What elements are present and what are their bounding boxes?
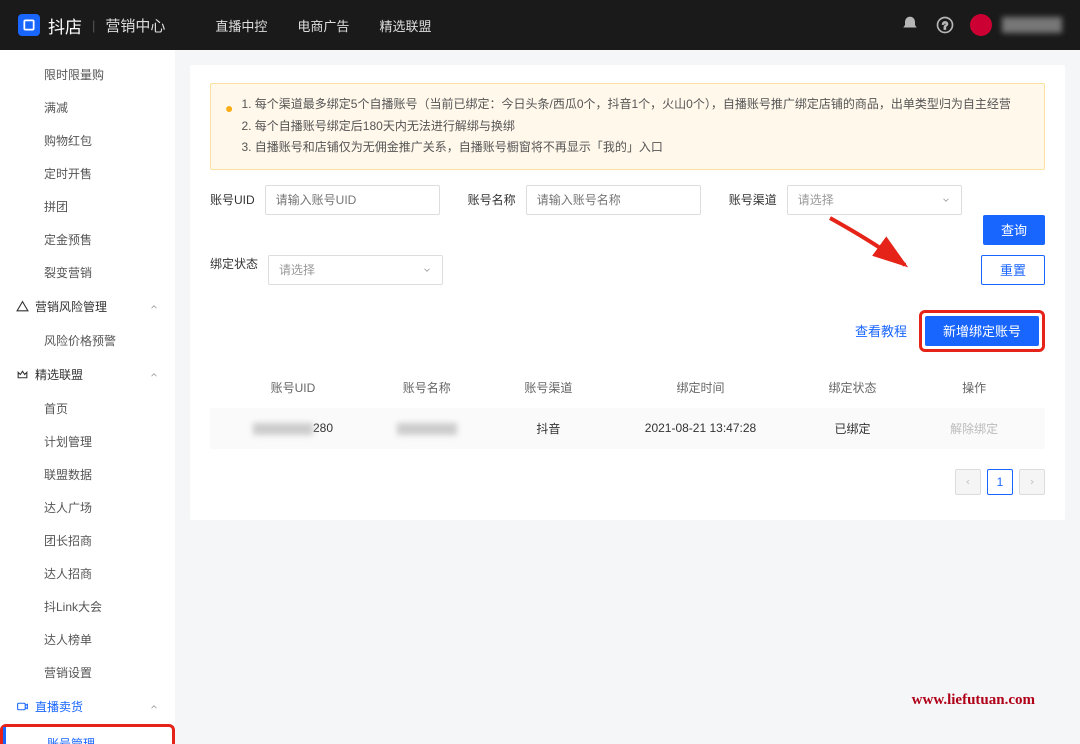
pagination: 1: [210, 469, 1045, 495]
sidebar-header-label: 营销风险管理: [35, 298, 107, 315]
info-icon: ●: [225, 96, 233, 159]
sidebar-item[interactable]: 计划管理: [0, 425, 175, 458]
highlight-box-sidebar: 账号管理: [0, 724, 175, 744]
label-status: 绑定状态: [210, 255, 258, 272]
actions-row: 查看教程 新增绑定账号: [210, 310, 1045, 352]
sidebar-item[interactable]: 拼团: [0, 190, 175, 223]
query-button[interactable]: 查询: [983, 215, 1045, 245]
sidebar-item[interactable]: 满减: [0, 91, 175, 124]
add-bind-button[interactable]: 新增绑定账号: [925, 316, 1039, 346]
th-time: 绑定时间: [609, 379, 791, 396]
table: 账号UID 账号名称 账号渠道 绑定时间 绑定状态 操作 280 抖音 2021…: [210, 367, 1045, 449]
sidebar-item[interactable]: 联盟数据: [0, 458, 175, 491]
info-banner: ● 1. 每个渠道最多绑定5个自播账号（当前已绑定：今日头条/西瓜0个，抖音1个…: [210, 83, 1045, 170]
select-channel[interactable]: 请选择: [787, 185, 962, 215]
sidebar-item[interactable]: 达人榜单: [0, 623, 175, 656]
brand-primary: 抖店: [48, 13, 82, 38]
reset-button[interactable]: 重置: [981, 255, 1045, 285]
th-op: 操作: [913, 379, 1035, 396]
cell-status: 已绑定: [792, 420, 914, 437]
chevron-left-icon: [964, 478, 972, 486]
page-next[interactable]: [1019, 469, 1045, 495]
video-icon: [16, 700, 29, 713]
view-tutorial-link[interactable]: 查看教程: [855, 321, 907, 340]
sidebar-header-label: 直播卖货: [35, 698, 83, 715]
sidebar: 限时限量购 满减 购物红包 定时开售 拼团 定金预售 裂变营销 营销风险管理 风…: [0, 50, 175, 744]
brand-secondary: 营销中心: [105, 15, 165, 36]
sidebar-header-label: 精选联盟: [35, 366, 83, 383]
sidebar-item[interactable]: 达人广场: [0, 491, 175, 524]
table-row: 280 抖音 2021-08-21 13:47:28 已绑定 解除绑定: [210, 408, 1045, 449]
sidebar-item[interactable]: 裂变营销: [0, 256, 175, 289]
label-name: 账号名称: [468, 191, 516, 208]
sidebar-item[interactable]: 风险价格预警: [0, 324, 175, 357]
chevron-up-icon: [149, 370, 159, 380]
nav-live[interactable]: 直播中控: [215, 16, 267, 35]
th-channel: 账号渠道: [488, 379, 610, 396]
top-nav: 直播中控 电商广告 精选联盟: [215, 16, 461, 35]
sidebar-item[interactable]: 抖Link大会: [0, 590, 175, 623]
cell-time: 2021-08-21 13:47:28: [609, 421, 791, 435]
watermark: www.liefutuan.com: [912, 692, 1035, 709]
avatar[interactable]: [970, 14, 992, 36]
chevron-down-icon: [422, 265, 432, 275]
sidebar-item[interactable]: 团长招商: [0, 524, 175, 557]
tip-line: 1. 每个渠道最多绑定5个自播账号（当前已绑定：今日头条/西瓜0个，抖音1个，火…: [241, 94, 1010, 116]
filters-row2: 绑定状态 请选择 重置: [210, 255, 1045, 285]
crown-icon: [16, 368, 29, 381]
cell-op[interactable]: 解除绑定: [913, 420, 1035, 437]
cell-name: [366, 421, 488, 435]
chevron-up-icon: [149, 702, 159, 712]
sidebar-item[interactable]: 定时开售: [0, 157, 175, 190]
cell-uid-suffix: 280: [313, 421, 333, 435]
help-icon[interactable]: ?: [935, 15, 955, 35]
card: ● 1. 每个渠道最多绑定5个自播账号（当前已绑定：今日头条/西瓜0个，抖音1个…: [190, 65, 1065, 520]
nav-ads[interactable]: 电商广告: [297, 16, 349, 35]
username-blurred: [1002, 17, 1062, 33]
cell-channel: 抖音: [488, 420, 610, 437]
header: 抖店 | 营销中心 直播中控 电商广告 精选联盟 ?: [0, 0, 1080, 50]
select-placeholder: 请选择: [798, 191, 834, 208]
tip-line: 2. 每个自播账号绑定后180天内无法进行解绑与换绑: [241, 116, 1010, 138]
chevron-up-icon: [149, 302, 159, 312]
warning-icon: [16, 300, 29, 313]
page-current[interactable]: 1: [987, 469, 1013, 495]
th-uid: 账号UID: [220, 379, 366, 396]
sidebar-header-alliance[interactable]: 精选联盟: [0, 357, 175, 392]
select-status[interactable]: 请选择: [268, 255, 443, 285]
label-channel: 账号渠道: [729, 191, 777, 208]
highlight-box-button: 新增绑定账号: [919, 310, 1045, 352]
cell-uid: 280: [220, 421, 366, 435]
nav-alliance[interactable]: 精选联盟: [379, 16, 431, 35]
filters-row1: 账号UID 账号名称 账号渠道 请选择 查询: [210, 185, 1045, 245]
sidebar-item[interactable]: 定金预售: [0, 223, 175, 256]
page-prev[interactable]: [955, 469, 981, 495]
th-name: 账号名称: [366, 379, 488, 396]
select-placeholder: 请选择: [279, 261, 315, 278]
chevron-right-icon: [1028, 478, 1036, 486]
logo-icon: [18, 14, 40, 36]
sidebar-item[interactable]: 购物红包: [0, 124, 175, 157]
input-uid[interactable]: [265, 185, 440, 215]
sidebar-header-risk[interactable]: 营销风险管理: [0, 289, 175, 324]
brand-divider: |: [92, 18, 95, 33]
sidebar-item[interactable]: 营销设置: [0, 656, 175, 689]
table-header: 账号UID 账号名称 账号渠道 绑定时间 绑定状态 操作: [210, 367, 1045, 408]
sidebar-item[interactable]: 限时限量购: [0, 58, 175, 91]
label-uid: 账号UID: [210, 191, 255, 208]
input-name[interactable]: [526, 185, 701, 215]
sidebar-item[interactable]: 首页: [0, 392, 175, 425]
sidebar-header-live[interactable]: 直播卖货: [0, 689, 175, 724]
tip-line: 3. 自播账号和店铺仅为无佣金推广关系，自播账号橱窗将不再显示「我的」入口: [241, 137, 1010, 159]
header-right: ?: [885, 14, 1062, 36]
th-status: 绑定状态: [792, 379, 914, 396]
blurred-value: [397, 423, 457, 435]
svg-text:?: ?: [942, 21, 948, 32]
main-content: ● 1. 每个渠道最多绑定5个自播账号（当前已绑定：今日头条/西瓜0个，抖音1个…: [175, 50, 1080, 744]
sidebar-item[interactable]: 达人招商: [0, 557, 175, 590]
blurred-value: [253, 423, 313, 435]
chevron-down-icon: [941, 195, 951, 205]
sidebar-item-account-mgmt[interactable]: 账号管理: [3, 727, 172, 744]
bell-icon[interactable]: [900, 15, 920, 35]
